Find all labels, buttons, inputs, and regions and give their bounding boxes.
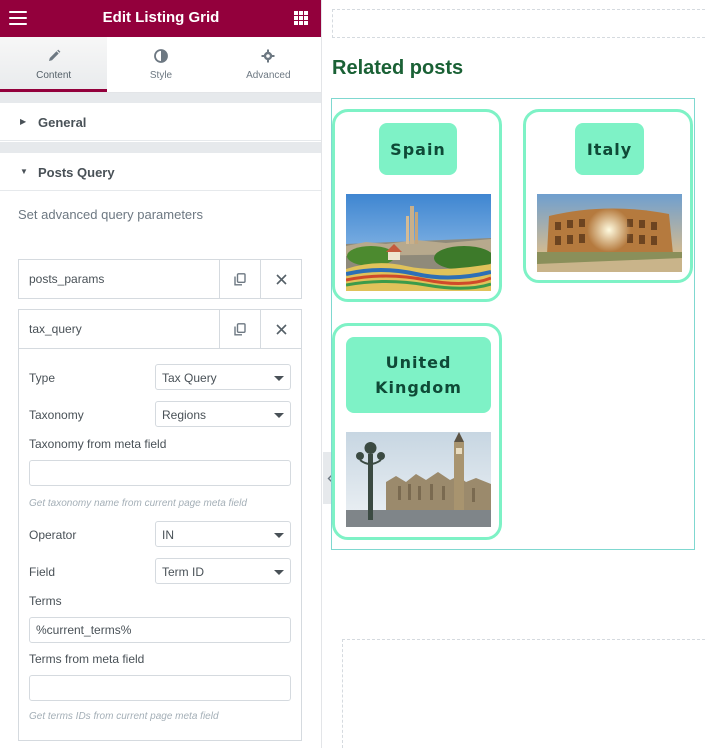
tax-query-fields: Type Tax Query Taxonomy Regions Taxonomy… xyxy=(18,349,302,741)
tab-content[interactable]: Content xyxy=(0,37,108,92)
card-title-badge: Italy xyxy=(575,123,644,175)
half-circle-icon xyxy=(107,49,214,65)
type-label: Type xyxy=(29,371,56,385)
panel-tabs: Content Style Advanced xyxy=(0,37,321,93)
editor-panel: Edit Listing Grid Content Style Advanced… xyxy=(0,0,322,748)
repeater-item-label: posts_params xyxy=(29,272,105,286)
terms-field[interactable]: %current_terms% xyxy=(29,617,291,643)
panel-title: Edit Listing Grid xyxy=(102,9,220,26)
tab-advanced-label: Advanced xyxy=(246,70,291,81)
taxonomy-meta-label: Taxonomy from meta field xyxy=(29,437,167,451)
repeater-item-label: tax_query xyxy=(29,322,82,336)
chevron-down-icon xyxy=(274,376,284,381)
operator-label: Operator xyxy=(29,528,77,542)
tab-style-label: Style xyxy=(149,70,173,81)
taxonomy-select-value: Regions xyxy=(162,408,207,422)
drop-area[interactable] xyxy=(332,9,705,38)
duplicate-icon[interactable] xyxy=(219,260,260,298)
divider xyxy=(0,142,321,153)
card-title-badge: Spain xyxy=(379,123,457,175)
taxonomy-meta-help: Get taxonomy name from current page meta… xyxy=(29,498,247,509)
pencil-icon xyxy=(0,49,107,65)
taxonomy-select[interactable]: Regions xyxy=(155,401,291,427)
divider xyxy=(0,93,321,103)
field-label: Field xyxy=(29,565,56,579)
section-general[interactable]: ▶ General xyxy=(0,103,321,141)
tab-style[interactable]: Style xyxy=(107,37,214,92)
type-select[interactable]: Tax Query xyxy=(155,364,291,390)
close-icon[interactable] xyxy=(260,260,301,298)
type-select-value: Tax Query xyxy=(162,371,217,385)
listing-card-spain[interactable]: Spain xyxy=(332,109,502,302)
close-icon[interactable] xyxy=(260,310,301,348)
card-image-italy xyxy=(537,194,682,272)
caret-right-icon: ▶ xyxy=(20,117,27,126)
section-posts-query-title: Posts Query xyxy=(38,165,115,180)
repeater-item-tax-query[interactable]: tax_query xyxy=(18,309,302,349)
operator-select[interactable]: IN xyxy=(155,521,291,547)
section-description: Set advanced query parameters xyxy=(18,207,203,222)
chevron-down-icon xyxy=(274,413,284,418)
panel-header: Edit Listing Grid xyxy=(0,0,321,37)
tab-content-label: Content xyxy=(36,70,72,81)
listing-card-italy[interactable]: Italy xyxy=(523,109,693,283)
duplicate-icon[interactable] xyxy=(219,310,260,348)
caret-down-icon: ▼ xyxy=(20,167,28,176)
chevron-down-icon xyxy=(274,533,284,538)
listing-card-united-kingdom[interactable]: United Kingdom xyxy=(332,323,502,540)
repeater-item-posts-params[interactable]: posts_params xyxy=(18,259,302,299)
section-general-title: General xyxy=(38,115,87,130)
card-image-united-kingdom xyxy=(346,432,491,527)
terms-label: Terms xyxy=(29,594,62,608)
section-posts-query[interactable]: ▼ Posts Query xyxy=(0,153,321,191)
operator-select-value: IN xyxy=(162,528,174,542)
terms-meta-field[interactable] xyxy=(29,675,291,701)
preview-canvas: Related posts Spain Italy United Kingdom xyxy=(323,0,705,748)
gear-icon xyxy=(215,49,321,65)
card-image-spain xyxy=(346,194,491,291)
drop-area[interactable] xyxy=(342,639,705,748)
page-heading: Related posts xyxy=(332,57,464,79)
terms-meta-help: Get terms IDs from current page meta fie… xyxy=(29,711,219,722)
card-title-badge: United Kingdom xyxy=(346,337,491,413)
chevron-down-icon xyxy=(274,570,284,575)
field-select[interactable]: Term ID xyxy=(155,558,291,584)
grid-icon[interactable] xyxy=(294,11,308,25)
tab-advanced[interactable]: Advanced xyxy=(215,37,321,92)
taxonomy-label: Taxonomy xyxy=(29,408,84,422)
terms-meta-label: Terms from meta field xyxy=(29,652,145,666)
taxonomy-meta-field[interactable] xyxy=(29,460,291,486)
field-select-value: Term ID xyxy=(162,565,204,579)
